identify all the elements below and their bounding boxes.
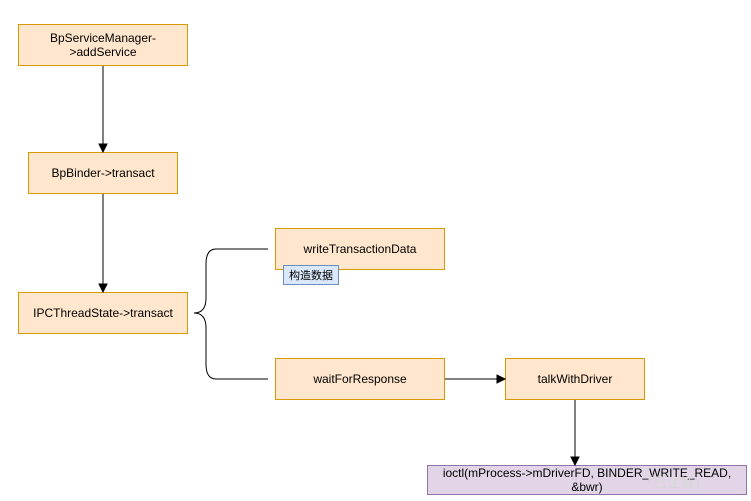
node-ioctl-label: ioctl(mProcess->mDriverFD, BINDER_WRITE_… — [432, 466, 742, 494]
node-addservice: BpServiceManager->addService — [18, 24, 188, 66]
node-writetransactiondata-label: writeTransactionData — [304, 242, 417, 256]
node-addservice-label: BpServiceManager->addService — [23, 31, 183, 59]
node-writetransactiondata: writeTransactionData — [275, 228, 445, 270]
tag-construct-data-label: 构造数据 — [289, 270, 333, 282]
node-talkwithdriver: talkWithDriver — [505, 358, 645, 400]
node-ioctl: ioctl(mProcess->mDriverFD, BINDER_WRITE_… — [427, 465, 747, 495]
node-talkwithdriver-label: talkWithDriver — [538, 372, 613, 386]
node-bpbinder-transact: BpBinder->transact — [28, 152, 178, 194]
tag-construct-data: 构造数据 — [283, 265, 339, 285]
node-bpbinder-transact-label: BpBinder->transact — [51, 166, 154, 180]
node-waitforresponse-label: waitForResponse — [313, 372, 406, 386]
node-waitforresponse: waitForResponse — [275, 358, 445, 400]
node-ipcthreadstate-transact: IPCThreadState->transact — [18, 292, 188, 334]
node-ipcthreadstate-transact-label: IPCThreadState->transact — [33, 306, 173, 320]
